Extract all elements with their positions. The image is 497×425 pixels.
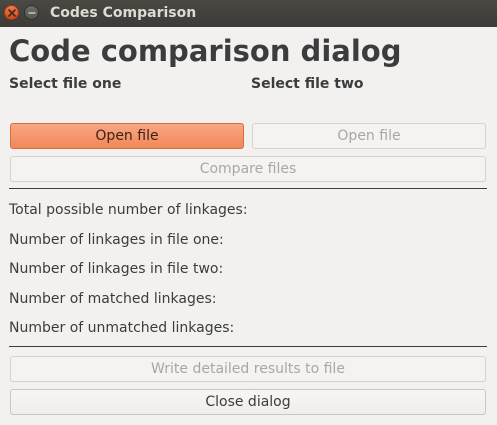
- file-one-label: Select file one: [9, 76, 122, 92]
- window-title: Codes Comparison: [50, 5, 197, 21]
- compare-files-button[interactable]: Compare files: [10, 156, 486, 182]
- window-close-button[interactable]: [4, 5, 19, 20]
- window-minimize-button[interactable]: [24, 5, 39, 20]
- minimize-icon: [27, 11, 36, 14]
- bottom-separator: [9, 346, 487, 347]
- close-icon: [7, 8, 16, 17]
- file-two-linkages-label: Number of linkages in file two:: [9, 261, 224, 277]
- file-one-linkages-label: Number of linkages in file one:: [9, 232, 224, 248]
- close-dialog-button[interactable]: Close dialog: [10, 389, 486, 415]
- top-separator: [9, 188, 487, 189]
- total-linkages-label: Total possible number of linkages:: [9, 202, 248, 218]
- write-results-button[interactable]: Write detailed results to file: [10, 356, 486, 382]
- page-title: Code comparison dialog: [9, 34, 402, 68]
- unmatched-linkages-label: Number of unmatched linkages:: [9, 320, 235, 336]
- matched-linkages-label: Number of matched linkages:: [9, 291, 217, 307]
- open-file-two-button[interactable]: Open file: [252, 123, 486, 149]
- open-file-one-button[interactable]: Open file: [10, 123, 244, 149]
- title-bar: Codes Comparison: [0, 0, 497, 27]
- file-two-label: Select file two: [251, 76, 364, 92]
